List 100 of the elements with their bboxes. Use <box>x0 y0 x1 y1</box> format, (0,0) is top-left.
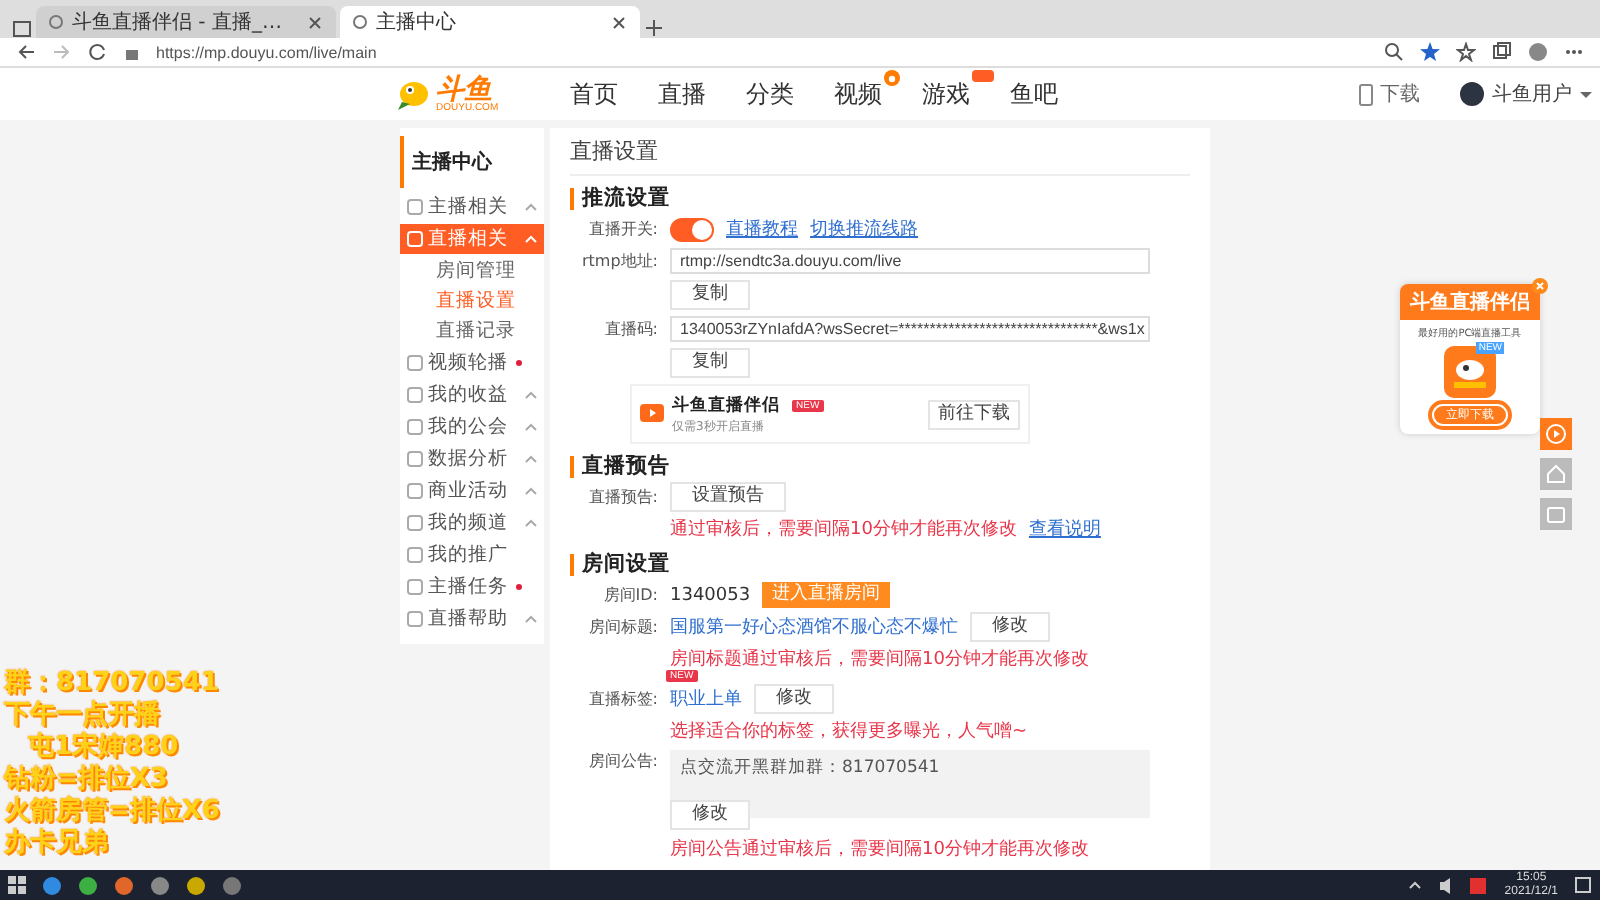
star-icon[interactable] <box>1420 42 1440 62</box>
hint-text: 房间标题通过审核后，需要间隔10分钟才能再次修改 <box>670 647 1089 671</box>
edit-button[interactable]: 修改 <box>670 800 750 830</box>
input-field[interactable]: rtmp://sendtc3a.douyu.com/live <box>670 248 1150 274</box>
window-icon[interactable] <box>12 20 32 38</box>
room-title: 国服第一好心态酒馆不服心态不爆忙 <box>670 615 958 640</box>
app-circle-icon[interactable] <box>150 875 170 895</box>
sidebar-subitem[interactable]: 直播记录 <box>400 316 544 346</box>
collections-icon[interactable] <box>1492 42 1512 62</box>
sidebar-item[interactable]: 主播相关 <box>400 192 544 222</box>
overlay-text: 屯1宋婶880 <box>26 732 181 764</box>
app-circle-icon[interactable] <box>78 875 98 895</box>
promo-title: 斗鱼直播伴侣 <box>672 393 780 417</box>
sidebar-item[interactable]: 数据分析 <box>400 444 544 474</box>
field-label: 房间ID: <box>601 584 658 606</box>
caret-up-icon <box>524 422 538 432</box>
caret-up-icon <box>524 234 538 244</box>
page-title: 直播设置 <box>570 136 1190 176</box>
caret-up-icon <box>524 518 538 528</box>
page-icon <box>48 14 64 30</box>
edit-button[interactable]: 修改 <box>754 684 834 714</box>
toggle-switch[interactable] <box>670 217 714 241</box>
nav-link[interactable]: 分类 <box>746 77 795 111</box>
sidebar-subitem[interactable]: 房间管理 <box>400 256 544 286</box>
sidebar-item[interactable]: 我的公会 <box>400 412 544 442</box>
play-circle-button-icon[interactable] <box>1540 418 1572 450</box>
caret-up-icon <box>524 614 538 624</box>
hint-text: 选择适合你的标签，获得更多曝光，人气噌~ <box>670 719 1028 744</box>
speaker-icon[interactable] <box>1438 875 1453 895</box>
plus-icon[interactable] <box>644 18 664 38</box>
field-label: 房间标题: <box>586 616 658 638</box>
sidebar-item[interactable]: 主播任务 <box>400 572 544 602</box>
field-label: 房间公告: <box>586 750 658 772</box>
copy-button[interactable]: 复制 <box>670 348 750 378</box>
nav-link[interactable]: 游戏 <box>922 77 971 111</box>
browser-tab[interactable]: 斗鱼直播伴侣 - 直播_… <box>36 6 336 38</box>
avatar-icon[interactable] <box>1460 82 1485 106</box>
section-heading: 推流设置 <box>570 188 1190 210</box>
download-button[interactable]: 前往下载 <box>928 399 1020 429</box>
windows-logo-icon[interactable] <box>8 876 26 894</box>
overlay-text: 火箭房管=排位X6 <box>4 796 220 828</box>
favorites-icon[interactable] <box>1456 42 1476 62</box>
overlay-text: 下午一点开播 <box>4 700 162 731</box>
hint-text: 通过审核后，需要间隔10分钟才能再次修改 <box>670 517 1017 542</box>
sidebar-item[interactable]: 视频轮播 <box>400 348 544 378</box>
room-id: 1340053 <box>670 585 751 605</box>
sidebar-item[interactable]: 我的推广 <box>400 540 544 570</box>
nav-link[interactable]: 视频 <box>834 77 883 111</box>
field-label: 直播开关: <box>586 218 658 240</box>
back-icon[interactable] <box>16 42 36 62</box>
app-square-icon[interactable] <box>1468 875 1489 895</box>
caret-up-icon <box>524 202 538 212</box>
download-link[interactable]: 下载 <box>1380 80 1421 108</box>
field-label: 直播码: <box>602 318 658 340</box>
field-label: rtmp地址: <box>580 250 658 272</box>
caret-up-icon <box>524 390 538 400</box>
nav-link[interactable]: 直播 <box>658 77 707 111</box>
sidebar-item[interactable]: 商业活动 <box>400 476 544 506</box>
link[interactable]: 查看说明 <box>1028 516 1101 542</box>
link[interactable]: 直播教程 <box>726 216 798 242</box>
link[interactable]: 切换推流线路 <box>810 216 918 242</box>
set-preview-button[interactable]: 设置预告 <box>670 482 786 512</box>
overlay-text: 办卡兄弟 <box>4 828 110 860</box>
zoom-icon[interactable] <box>1384 42 1404 62</box>
field-label: 直播预告: <box>586 486 658 508</box>
app-circle-icon[interactable] <box>222 875 242 895</box>
overlay-text: 群：817070541 <box>4 668 220 700</box>
sidebar-item[interactable]: 我的频道 <box>400 508 544 538</box>
nav-link[interactable]: 首页 <box>570 77 619 111</box>
tag-link[interactable]: 职业上单 <box>670 686 742 712</box>
sidebar-item[interactable]: 直播帮助 <box>400 604 544 634</box>
copy-button[interactable]: 复制 <box>670 280 750 310</box>
refresh-icon[interactable] <box>88 42 108 62</box>
hint-text: 房间公告通过审核后，需要间隔10分钟才能再次修改 <box>670 837 1089 862</box>
phone-icon <box>1358 83 1375 105</box>
play-icon <box>640 402 664 426</box>
sidebar-title: 主播中心 <box>400 136 544 188</box>
profile-icon[interactable] <box>1528 42 1548 62</box>
chevron-up-icon[interactable] <box>1408 880 1423 890</box>
username[interactable]: 斗鱼用户 <box>1492 80 1573 108</box>
caret-up-icon <box>524 454 538 464</box>
logo-text: 斗鱼 <box>436 75 492 103</box>
app-circle-icon[interactable] <box>42 875 62 895</box>
edit-button[interactable]: 修改 <box>970 612 1050 642</box>
overlay-text: 钻粉=排位X3 <box>4 764 170 795</box>
caret-down-icon[interactable] <box>1580 91 1593 97</box>
page-icon <box>352 14 368 30</box>
promo-title: 斗鱼直播伴侣 <box>1400 284 1540 320</box>
browser-tab[interactable]: 主播中心 <box>340 6 640 38</box>
section-heading: 房间设置 <box>570 554 1190 576</box>
nav-link[interactable]: 鱼吧 <box>1010 77 1059 111</box>
input-field[interactable]: 1340053rZYnIafdA?wsSecret=********************************&ws1x <box>670 316 1150 342</box>
field-label: 直播标签: <box>586 688 658 710</box>
close-icon[interactable] <box>306 13 324 31</box>
sidebar-item[interactable]: 我的收益 <box>400 380 544 410</box>
close-icon[interactable] <box>610 13 628 31</box>
hot-badge <box>972 69 995 81</box>
section-heading: 直播预告 <box>570 456 1190 478</box>
app-circle-icon[interactable] <box>186 875 206 895</box>
app-circle-icon[interactable] <box>114 875 134 895</box>
